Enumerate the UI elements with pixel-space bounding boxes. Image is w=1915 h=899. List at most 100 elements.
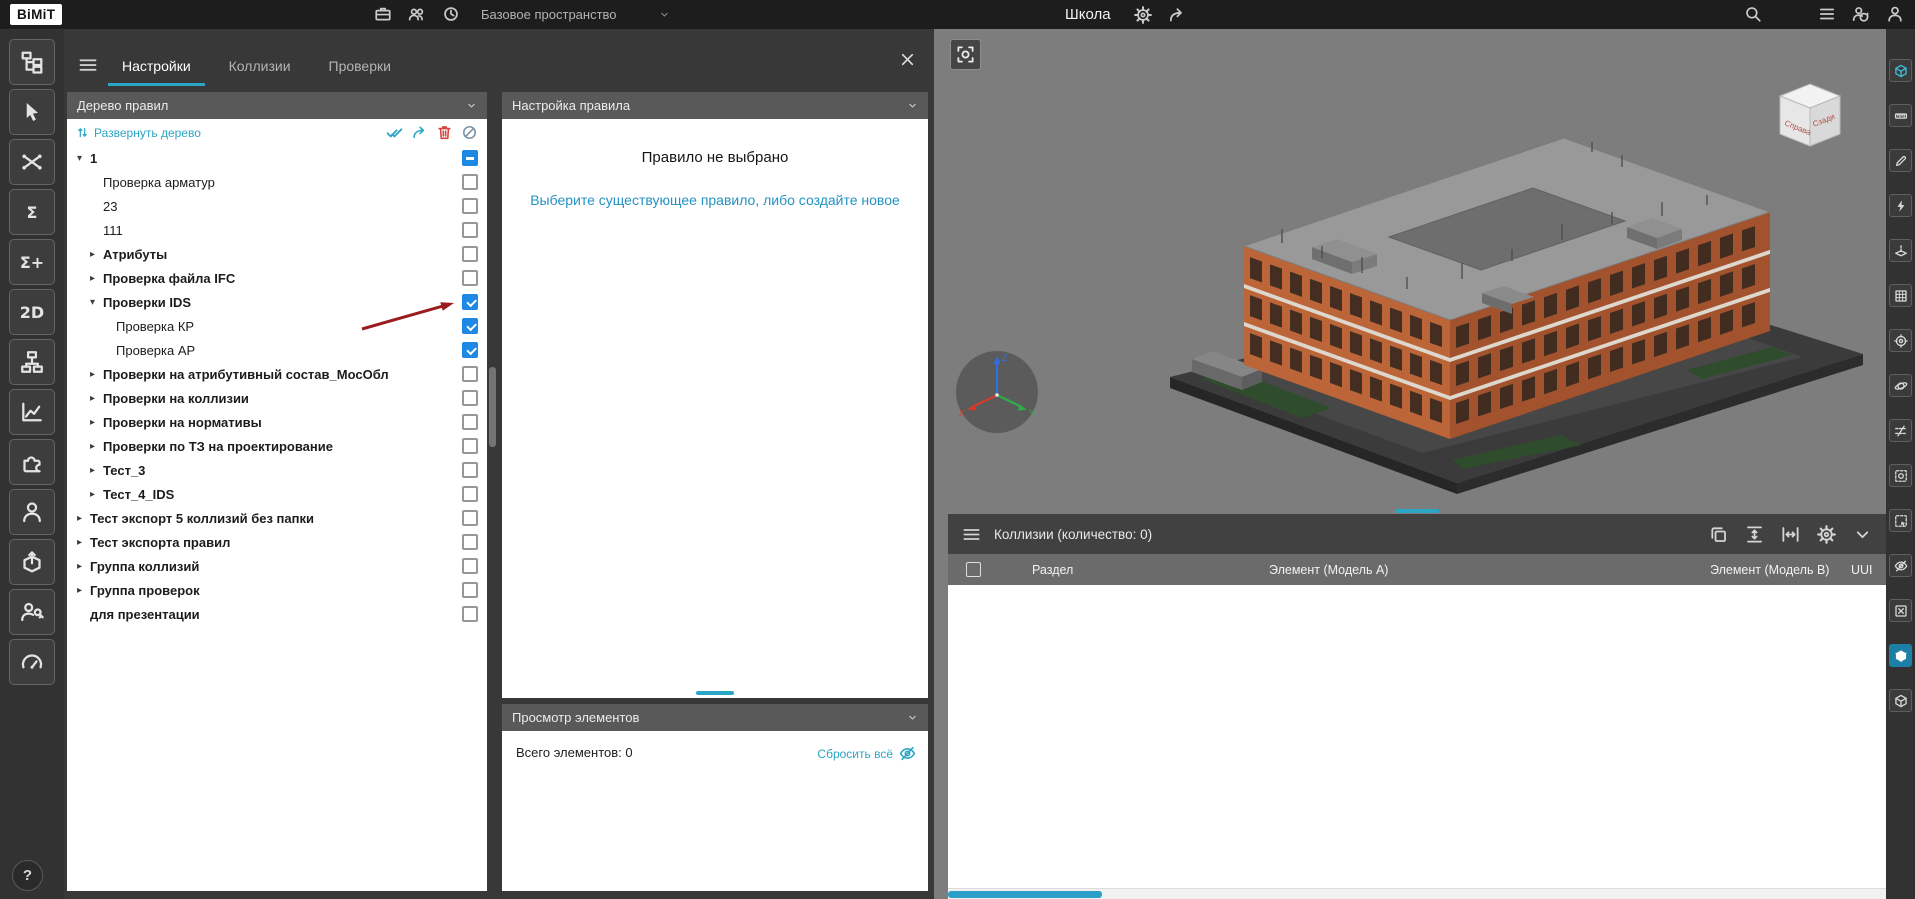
tree-scrollbar[interactable] <box>489 92 496 891</box>
tree-item-checkbox[interactable] <box>462 510 478 526</box>
tree-toggle-icon[interactable]: ▸ <box>90 273 103 284</box>
section-plane-button[interactable] <box>1889 239 1912 262</box>
tree-item-checkbox[interactable] <box>462 198 478 214</box>
fit-vertical-button[interactable] <box>1745 525 1764 544</box>
elements-view-header[interactable]: Просмотр элементов <box>502 704 928 731</box>
selection-frame-button[interactable] <box>1889 509 1912 532</box>
copy-button[interactable] <box>1709 525 1728 544</box>
tree-item[interactable]: Проверка арматур <box>67 170 487 194</box>
tree-item[interactable]: ▸Проверки на атрибутивный состав_МосОбл <box>67 362 487 386</box>
tree-item-checkbox[interactable] <box>462 174 478 190</box>
tree-item-checkbox[interactable] <box>462 534 478 550</box>
scrollbar-thumb[interactable] <box>489 367 496 447</box>
tree-item[interactable]: ▸Тест экспорта правил <box>67 530 487 554</box>
tree-item-checkbox[interactable] <box>462 558 478 574</box>
select-cursor-button[interactable] <box>9 89 55 135</box>
plugin-button[interactable] <box>9 439 55 485</box>
panel-resize-handle[interactable] <box>1395 509 1439 513</box>
markup-button[interactable] <box>1889 149 1912 172</box>
column-header-3[interactable]: Элемент (Модель B) <box>1710 563 1829 577</box>
tree-item-checkbox[interactable] <box>462 390 478 406</box>
help-button[interactable]: ? <box>12 860 43 891</box>
tree-item-checkbox[interactable] <box>462 294 478 310</box>
fit-view-button[interactable] <box>1889 59 1912 82</box>
orientation-gizmo[interactable]: Z X Y <box>952 347 1042 437</box>
view-2d-button[interactable]: 2D <box>9 289 55 335</box>
menu-list-button[interactable] <box>1817 4 1837 24</box>
tree-item-checkbox[interactable] <box>462 486 478 502</box>
orbit-button[interactable] <box>1889 374 1912 397</box>
tree-item[interactable]: Проверка АР <box>67 338 487 362</box>
lightning-button[interactable] <box>1889 194 1912 217</box>
tree-item-checkbox[interactable] <box>462 246 478 262</box>
tree-item-checkbox[interactable] <box>462 342 478 358</box>
tree-toggle-icon[interactable]: ▸ <box>77 513 90 524</box>
tree-item[interactable]: ▸Проверки на нормативы <box>67 410 487 434</box>
block-button[interactable] <box>461 124 478 141</box>
tree-item-checkbox[interactable] <box>462 366 478 382</box>
team-button[interactable] <box>407 4 427 24</box>
clip-lines-button[interactable] <box>1889 419 1912 442</box>
fit-horizontal-button[interactable] <box>1781 525 1800 544</box>
tree-item[interactable]: ▾1 <box>67 146 487 170</box>
delete-selection-button[interactable] <box>1889 599 1912 622</box>
collisions-menu-icon[interactable] <box>962 525 981 544</box>
tree-item-checkbox[interactable] <box>462 606 478 622</box>
close-panel-button[interactable] <box>899 51 916 68</box>
scrollbar-thumb[interactable] <box>948 891 1102 898</box>
tree-item[interactable]: ▾Проверки IDS <box>67 290 487 314</box>
grid-button[interactable] <box>1889 284 1912 307</box>
tree-toggle-icon[interactable]: ▸ <box>90 465 103 476</box>
column-header-1[interactable]: Раздел <box>1032 563 1073 577</box>
dashboard-gauge-button[interactable] <box>9 639 55 685</box>
tree-item[interactable]: ▸Группа коллизий <box>67 554 487 578</box>
check-all-button[interactable] <box>386 124 403 141</box>
chart-button[interactable] <box>9 389 55 435</box>
tab-collisions[interactable]: Коллизии <box>215 49 305 86</box>
user-button[interactable] <box>9 489 55 535</box>
tree-toggle-icon[interactable]: ▸ <box>90 249 103 260</box>
column-header-4[interactable]: UUI <box>1851 563 1873 577</box>
access-button[interactable] <box>9 589 55 635</box>
share-button[interactable] <box>1167 5 1187 25</box>
tree-item[interactable]: ▸Тест экспорт 5 коллизий без папки <box>67 506 487 530</box>
tab-settings[interactable]: Настройки <box>108 49 205 86</box>
viewport-3d[interactable]: Справа Сзади <box>934 29 1886 899</box>
reset-all-link[interactable]: Сбросить всё <box>817 745 916 762</box>
tree-toggle-icon[interactable]: ▸ <box>77 537 90 548</box>
tree-toggle-icon[interactable]: ▸ <box>90 441 103 452</box>
settings-gear-button[interactable] <box>1817 525 1836 544</box>
tree-toggle-icon[interactable]: ▸ <box>90 393 103 404</box>
sum-button[interactable]: Σ <box>9 189 55 235</box>
export-model-button[interactable] <box>9 539 55 585</box>
app-logo[interactable]: BiMiT <box>10 4 62 25</box>
tree-toggle-icon[interactable]: ▸ <box>90 489 103 500</box>
delete-button[interactable] <box>436 124 453 141</box>
user-history-button[interactable] <box>1851 4 1871 24</box>
zoom-window-button[interactable] <box>1889 464 1912 487</box>
tree-item[interactable]: ▸Проверка файла IFC <box>67 266 487 290</box>
tree-item[interactable]: ▸Атрибуты <box>67 242 487 266</box>
tree-item-checkbox[interactable] <box>462 318 478 334</box>
tree-item-checkbox[interactable] <box>462 222 478 238</box>
tree-item[interactable]: 111 <box>67 218 487 242</box>
select-all-checkbox[interactable] <box>966 562 981 577</box>
tree-item[interactable]: ▸Проверки на коллизии <box>67 386 487 410</box>
screenshot-button[interactable] <box>950 39 981 70</box>
apply-button[interactable] <box>411 124 428 141</box>
tree-item-checkbox[interactable] <box>462 414 478 430</box>
search-button[interactable] <box>1743 4 1763 24</box>
panel-menu-icon[interactable] <box>78 55 98 75</box>
tree-item[interactable]: ▸Тест_4_IDS <box>67 482 487 506</box>
tree-item-checkbox[interactable] <box>462 462 478 478</box>
profile-button[interactable] <box>1885 4 1905 24</box>
settings-gear-button[interactable] <box>1133 5 1153 25</box>
tree-item-checkbox[interactable] <box>462 438 478 454</box>
model-tree-button[interactable] <box>9 39 55 85</box>
case-button[interactable] <box>373 4 393 24</box>
tree-toggle-icon[interactable]: ▾ <box>77 153 90 164</box>
tree-item[interactable]: Проверка КР <box>67 314 487 338</box>
ruler-button[interactable] <box>1889 104 1912 127</box>
tree-item[interactable]: для презентации <box>67 602 487 626</box>
tree-item[interactable]: 23 <box>67 194 487 218</box>
